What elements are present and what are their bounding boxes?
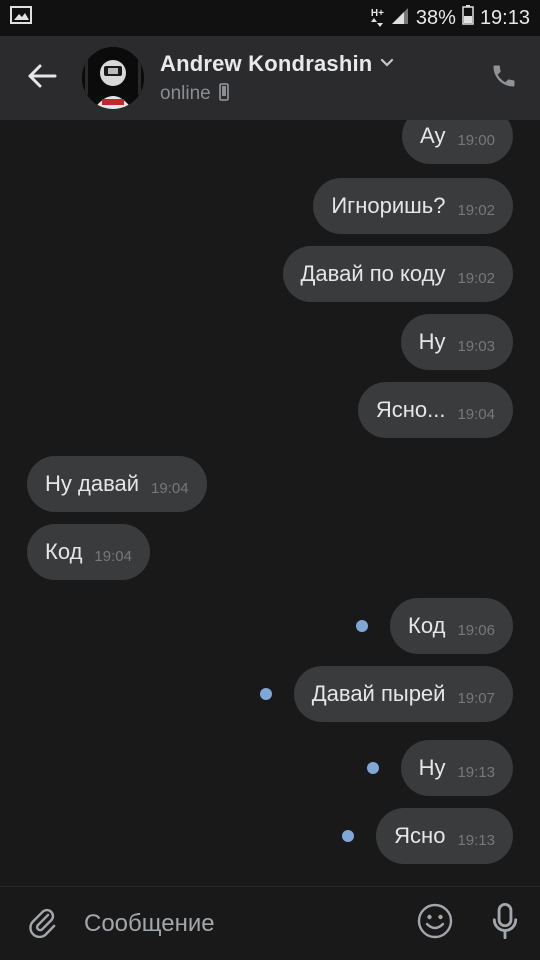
unread-indicator xyxy=(356,620,368,632)
emoji-icon xyxy=(417,903,453,944)
gallery-icon xyxy=(10,5,32,31)
message-time: 19:13 xyxy=(457,831,495,849)
microphone-icon xyxy=(490,902,520,945)
message-list[interactable]: Ау 19:00 Игноришь? 19:02 Давай по коду 19:02 Н… xyxy=(0,120,540,886)
message-text: Ясно xyxy=(394,823,446,848)
outgoing-message[interactable]: Ясно 19:13 xyxy=(376,808,513,864)
incoming-message[interactable]: Код 19:04 xyxy=(27,524,150,580)
message-time: 19:07 xyxy=(457,689,495,707)
back-button[interactable] xyxy=(0,36,84,120)
back-arrow-icon xyxy=(27,63,57,94)
avatar[interactable] xyxy=(82,47,144,109)
mobile-phone-icon xyxy=(218,82,229,106)
chevron-down-icon xyxy=(380,55,394,73)
network-label: H+ xyxy=(370,8,384,19)
unread-indicator xyxy=(260,688,272,700)
message-time: 19:04 xyxy=(457,405,495,423)
chat-header: Andrew Kondrashin online xyxy=(0,36,540,120)
message-text: Ау xyxy=(420,123,446,148)
battery-percent: 38% xyxy=(415,6,456,29)
composer xyxy=(0,886,540,960)
outgoing-message[interactable]: Давай по коду 19:02 xyxy=(282,246,513,302)
message-text: Ясно... xyxy=(375,397,446,422)
message-text: Код xyxy=(408,613,446,638)
presence-status: online xyxy=(160,83,211,104)
incoming-message[interactable]: Ну давай 19:04 xyxy=(27,456,207,512)
outgoing-message[interactable]: Игноришь? 19:02 xyxy=(313,178,513,234)
battery-icon xyxy=(462,5,474,31)
emoji-button[interactable] xyxy=(400,887,470,960)
status-bar: H+ 38% 19:13 xyxy=(0,0,540,36)
message-text: Ну давай xyxy=(45,471,140,496)
contact-name: Andrew Kondrashin xyxy=(160,50,373,76)
outgoing-message[interactable]: Ну 19:03 xyxy=(400,314,513,370)
outgoing-message[interactable]: Ясно... 19:04 xyxy=(357,382,513,438)
outgoing-message[interactable]: Ну 19:13 xyxy=(400,740,513,796)
message-time: 19:02 xyxy=(457,269,495,287)
message-time: 19:02 xyxy=(457,201,495,219)
microphone-button[interactable] xyxy=(470,887,540,960)
phone-icon xyxy=(490,62,518,95)
message-text: Давай по коду xyxy=(300,261,446,286)
message-time: 19:04 xyxy=(94,547,132,565)
message-time: 19:03 xyxy=(457,337,495,355)
contact-name-row[interactable]: Andrew Kondrashin xyxy=(160,51,394,77)
outgoing-message[interactable]: Давай пырей 19:07 xyxy=(293,666,513,722)
message-time: 19:00 xyxy=(457,131,495,149)
paperclip-icon xyxy=(27,904,57,943)
unread-indicator xyxy=(342,830,354,842)
network-icon: H+ xyxy=(371,9,384,27)
unread-indicator xyxy=(367,762,379,774)
attach-button[interactable] xyxy=(0,887,84,960)
call-button[interactable] xyxy=(482,56,526,100)
message-input[interactable] xyxy=(84,886,400,960)
status-time: 19:13 xyxy=(479,6,530,29)
message-text: Ну xyxy=(418,755,446,780)
outgoing-message[interactable]: Код 19:06 xyxy=(390,598,513,654)
message-text: Игноришь? xyxy=(331,193,446,218)
message-time: 19:04 xyxy=(151,479,189,497)
message-text: Давай пырей xyxy=(311,681,446,706)
message-text: Ну xyxy=(418,329,446,354)
signal-icon xyxy=(390,5,410,31)
outgoing-message[interactable]: Ау 19:00 xyxy=(402,120,513,164)
message-text: Код xyxy=(45,539,83,564)
message-time: 19:06 xyxy=(457,621,495,639)
message-time: 19:13 xyxy=(457,763,495,781)
